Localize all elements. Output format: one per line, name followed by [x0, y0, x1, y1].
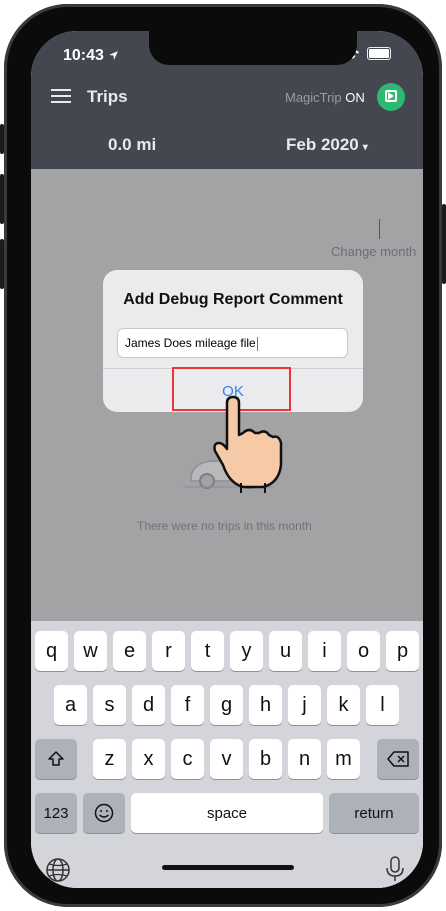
dropdown-caret-icon: ▾ — [362, 142, 368, 153]
key-z[interactable]: z — [93, 739, 126, 779]
key-v[interactable]: v — [210, 739, 243, 779]
mute-switch — [0, 124, 4, 154]
key-y[interactable]: y — [230, 631, 263, 671]
page-title: Trips — [87, 87, 128, 106]
shift-key[interactable] — [35, 739, 77, 779]
pointing-hand-icon — [213, 395, 283, 493]
hamburger-menu-icon[interactable] — [51, 89, 71, 103]
key-l[interactable]: l — [366, 685, 399, 725]
total-miles: 0.0 mi — [108, 135, 157, 154]
location-arrow-icon — [109, 51, 119, 61]
key-u[interactable]: u — [269, 631, 302, 671]
numbers-key[interactable]: 123 — [35, 793, 77, 833]
phone-frame: 10:43 Trips MagicTrip ON 0.0 mi Feb 2020… — [0, 4, 446, 907]
change-month-label[interactable]: Change month — [331, 244, 416, 259]
globe-icon[interactable] — [45, 857, 71, 883]
volume-up-button — [0, 174, 4, 224]
key-q[interactable]: q — [35, 631, 68, 671]
keyboard: q w e r t y u i o p a s d f g h j k l z … — [31, 621, 423, 888]
notch — [149, 31, 357, 65]
status-time: 10:43 — [63, 47, 119, 65]
text-cursor — [256, 336, 259, 351]
return-key[interactable]: return — [329, 793, 419, 833]
month-selector[interactable]: Feb 2020 ▾ — [286, 135, 368, 155]
key-k[interactable]: k — [327, 685, 360, 725]
key-r[interactable]: r — [152, 631, 185, 671]
key-o[interactable]: o — [347, 631, 380, 671]
key-x[interactable]: x — [132, 739, 165, 779]
key-j[interactable]: j — [288, 685, 321, 725]
screen: 10:43 Trips MagicTrip ON 0.0 mi Feb 2020… — [31, 31, 423, 888]
key-a[interactable]: a — [54, 685, 87, 725]
key-f[interactable]: f — [171, 685, 204, 725]
key-s[interactable]: s — [93, 685, 126, 725]
shift-icon — [48, 751, 64, 766]
key-g[interactable]: g — [210, 685, 243, 725]
backspace-icon — [387, 751, 409, 767]
key-i[interactable]: i — [308, 631, 341, 671]
key-e[interactable]: e — [113, 631, 146, 671]
power-button — [442, 204, 446, 284]
empty-state-message: There were no trips in this month — [137, 519, 312, 533]
battery-icon — [367, 47, 391, 60]
backspace-key[interactable] — [377, 739, 419, 779]
home-indicator[interactable] — [162, 865, 294, 870]
key-n[interactable]: n — [288, 739, 321, 779]
key-w[interactable]: w — [74, 631, 107, 671]
magictrip-toggle-icon[interactable] — [377, 83, 405, 111]
key-b[interactable]: b — [249, 739, 282, 779]
magictrip-status: MagicTrip ON — [285, 90, 365, 105]
dialog-title: Add Debug Report Comment — [123, 291, 343, 308]
key-h[interactable]: h — [249, 685, 282, 725]
volume-down-button — [0, 239, 4, 289]
key-m[interactable]: m — [327, 739, 360, 779]
microphone-icon[interactable] — [385, 855, 405, 883]
key-p[interactable]: p — [386, 631, 419, 671]
emoji-icon — [94, 803, 114, 823]
comment-input[interactable]: James Does mileage file — [117, 328, 348, 358]
emoji-key[interactable] — [83, 793, 125, 833]
change-month-divider — [379, 219, 380, 239]
key-c[interactable]: c — [171, 739, 204, 779]
space-key[interactable]: space — [131, 793, 323, 833]
key-d[interactable]: d — [132, 685, 165, 725]
key-t[interactable]: t — [191, 631, 224, 671]
